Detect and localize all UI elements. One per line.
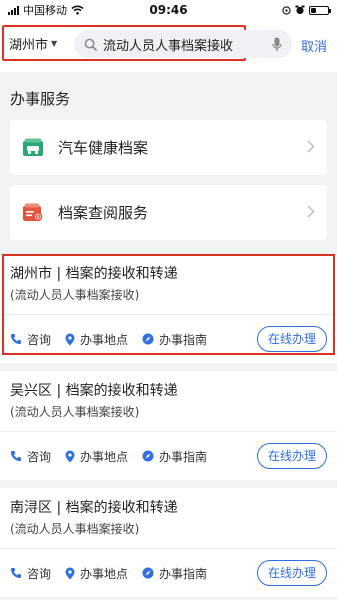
status-right	[282, 5, 331, 15]
result-title: 吴兴区 | 档案的接收和转递	[10, 383, 178, 399]
wifi-icon	[71, 5, 84, 15]
compass-icon	[142, 567, 154, 579]
search-query: 流动人员人事档案接收	[103, 38, 234, 54]
location-label: 办事地点	[80, 449, 129, 464]
phone-icon	[11, 568, 21, 578]
status-bar: 中国移动 09:46	[0, 0, 337, 20]
phone-icon	[11, 334, 21, 344]
status-time: 09:46	[149, 3, 188, 17]
search-header: 湖州市 ▼ 流动人员人事档案接收 取消	[0, 20, 337, 72]
guide-link[interactable]: 办事指南	[142, 565, 207, 582]
result-subtitle: (流动人员人事档案接收)	[10, 522, 140, 536]
caret-down-icon: ▼	[51, 39, 58, 48]
location-label: 办事地点	[80, 332, 129, 347]
chevron-right-icon	[307, 140, 315, 153]
car-file-icon	[23, 138, 43, 156]
consult-link[interactable]: 咨询	[10, 331, 51, 348]
chevron-right-icon	[307, 205, 315, 218]
result-subtitle: (流动人员人事档案接收)	[10, 288, 140, 302]
consult-link[interactable]: 咨询	[10, 448, 51, 465]
microphone-icon[interactable]	[272, 37, 282, 52]
carrier-name: 中国移动	[23, 4, 67, 17]
service-item-file-lookup[interactable]: 档案查阅服务	[10, 185, 327, 240]
map-pin-icon	[65, 450, 75, 462]
result-title: 南浔区 | 档案的接收和转递	[10, 500, 178, 516]
guide-label: 办事指南	[159, 449, 208, 464]
online-apply-button[interactable]: 在线办理	[256, 326, 327, 352]
result-title: 湖州市 | 档案的接收和转递	[10, 266, 178, 282]
compass-icon	[142, 450, 154, 462]
result-card[interactable]: 南浔区 | 档案的接收和转递 (流动人员人事档案接收) 咨询 办事地点 办事指南…	[0, 488, 337, 597]
guide-label: 办事指南	[159, 332, 208, 347]
location-link[interactable]: 办事地点	[65, 565, 128, 582]
file-search-icon	[23, 203, 43, 221]
result-subtitle: (流动人员人事档案接收)	[10, 405, 140, 419]
map-pin-icon	[65, 567, 75, 579]
search-icon	[84, 38, 97, 51]
consult-link[interactable]: 咨询	[10, 565, 51, 582]
consult-label: 咨询	[27, 449, 52, 464]
online-apply-button[interactable]: 在线办理	[256, 560, 327, 586]
location-link[interactable]: 办事地点	[65, 448, 128, 465]
status-left: 中国移动	[8, 2, 84, 18]
guide-link[interactable]: 办事指南	[142, 331, 207, 348]
map-pin-icon	[65, 333, 75, 345]
location-arrow-icon	[282, 5, 291, 15]
phone-icon	[11, 451, 21, 461]
search-input[interactable]: 流动人员人事档案接收	[74, 30, 292, 58]
consult-label: 咨询	[27, 332, 52, 347]
alarm-icon	[295, 5, 305, 15]
consult-label: 咨询	[27, 566, 52, 581]
service-item-car-health-file[interactable]: 汽车健康档案	[10, 120, 327, 175]
location-link[interactable]: 办事地点	[65, 331, 128, 348]
city-selector[interactable]: 湖州市 ▼	[9, 34, 57, 53]
location-label: 办事地点	[80, 566, 129, 581]
result-card[interactable]: 湖州市 | 档案的接收和转递 (流动人员人事档案接收) 咨询 办事地点 办事指南…	[0, 254, 337, 363]
cancel-button[interactable]: 取消	[301, 36, 327, 55]
online-apply-button[interactable]: 在线办理	[256, 443, 327, 469]
battery-icon	[309, 5, 331, 15]
city-label: 湖州市	[9, 38, 49, 53]
signal-icon	[8, 5, 19, 15]
compass-icon	[142, 333, 154, 345]
guide-label: 办事指南	[159, 566, 208, 581]
guide-link[interactable]: 办事指南	[142, 448, 207, 465]
section-title: 办事服务	[0, 78, 337, 120]
service-label: 档案查阅服务	[58, 204, 149, 222]
service-label: 汽车健康档案	[58, 139, 149, 157]
result-card[interactable]: 吴兴区 | 档案的接收和转递 (流动人员人事档案接收) 咨询 办事地点 办事指南…	[0, 371, 337, 480]
